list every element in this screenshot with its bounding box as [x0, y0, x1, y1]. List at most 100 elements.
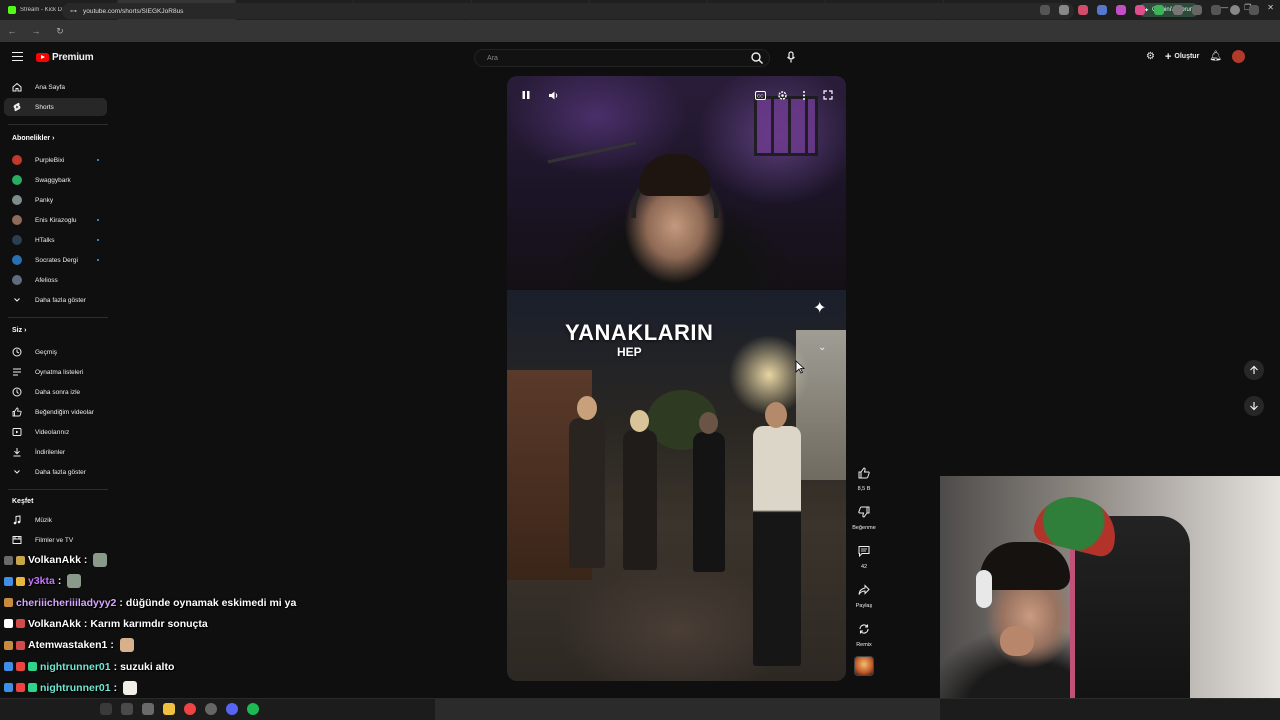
address-bar[interactable]: ⊶ youtube.com/shorts/SIEGKJoR8us — [62, 3, 1074, 19]
file-explorer-icon[interactable] — [163, 703, 175, 715]
chat-text: suzuki alto — [120, 660, 175, 673]
reload-icon[interactable]: ↻ — [54, 26, 66, 37]
site-info-icon[interactable]: ⊶ — [70, 7, 77, 15]
remix-button[interactable]: Remix — [849, 618, 879, 648]
sidebar-item-shorts[interactable]: Shorts — [4, 98, 107, 116]
sparkle-icon[interactable]: ✦ — [813, 298, 826, 318]
sidebar-subscription[interactable]: Afelioss — [4, 271, 107, 289]
download-icon — [12, 447, 22, 457]
mic-icon[interactable] — [784, 50, 798, 64]
like-button[interactable]: 8,5 B — [849, 462, 879, 492]
sidebar-item-music[interactable]: Müzik — [4, 511, 107, 529]
extension-icon[interactable] — [1097, 5, 1107, 15]
extension-icon[interactable] — [1116, 5, 1126, 15]
explore-header-label: Keşfet — [12, 498, 34, 505]
next-short-button[interactable] — [1244, 396, 1264, 416]
account-avatar[interactable] — [1232, 50, 1245, 63]
settings-icon[interactable] — [775, 88, 789, 102]
sidebar-item-your-videos[interactable]: Videolarınız — [4, 423, 107, 441]
back-icon[interactable]: ← — [6, 26, 18, 36]
sidebar-item-download[interactable]: İndirilenler — [4, 443, 107, 461]
puzzle-icon[interactable] — [1173, 5, 1183, 15]
terminal-icon[interactable] — [121, 703, 133, 715]
new-content-dot — [97, 239, 99, 241]
chevron-down-icon[interactable]: ⌄ — [818, 342, 826, 353]
close-window-icon[interactable]: ✕ — [1267, 3, 1274, 12]
captions-icon[interactable]: CC — [753, 88, 767, 102]
task-view-icon[interactable] — [100, 703, 112, 715]
share-button[interactable]: Paylaş — [849, 579, 879, 609]
hair-decor — [639, 154, 711, 196]
chat-message: VolkanAkk: Karım karımdır sonuçta — [4, 614, 208, 634]
cast-icon[interactable] — [1040, 5, 1050, 15]
new-content-dot — [97, 159, 99, 161]
dislike-button[interactable]: Beğenme — [849, 501, 879, 531]
hamburger-menu-icon[interactable] — [12, 52, 23, 61]
sidebar-subscription[interactable]: Panky — [4, 191, 107, 209]
monitor-icon[interactable] — [142, 703, 154, 715]
create-button[interactable]: + Oluştur — [1165, 51, 1199, 63]
settings-gear-icon[interactable]: ⚙ — [1146, 51, 1155, 62]
sidebar-item-home[interactable]: Ana Sayfa — [4, 78, 107, 96]
shorts-player[interactable]: YANAKLARIN HEP CC ✦ ⌄ — [507, 76, 846, 681]
person-2-head — [630, 410, 649, 432]
person-1 — [569, 418, 605, 568]
remix-label: Remix — [856, 642, 872, 648]
show-more-you[interactable]: Daha fazla göster — [4, 463, 107, 481]
sidebar-item-movies[interactable]: Filmler ve TV — [4, 531, 107, 549]
notifications-bell-icon[interactable]: 🔔︎ — [1209, 51, 1222, 62]
sidebar-item-label: Socrates Dergi — [35, 256, 78, 264]
thumbs-up-icon — [853, 462, 875, 484]
search-input[interactable]: Ara — [474, 49, 770, 67]
youtube-logo[interactable]: Premium — [36, 52, 94, 63]
fullscreen-icon[interactable] — [821, 88, 835, 102]
sidebar-subscription[interactable]: Enis Kirazoglu — [4, 211, 107, 229]
bookmark-star-icon[interactable] — [1059, 5, 1069, 15]
header-actions: ⚙ + Oluştur 🔔︎ — [1146, 50, 1245, 63]
sidebar-item-like[interactable]: Beğendiğim videolar — [4, 403, 107, 421]
show-more-subscriptions[interactable]: Daha fazla göster — [4, 291, 107, 309]
youtube-play-icon — [36, 53, 49, 62]
subscriptions-header[interactable]: Abonelikler › — [12, 135, 54, 142]
chat-separator: : — [110, 639, 114, 652]
chat-separator: : — [83, 554, 88, 566]
forward-icon[interactable]: → — [30, 26, 42, 36]
download-icon[interactable] — [1211, 5, 1221, 15]
volume-icon[interactable] — [546, 88, 560, 102]
sidebar-subscription[interactable]: Socrates Dergi — [4, 251, 107, 269]
chat-badge-icon — [16, 576, 25, 586]
chevron-right-icon: › — [50, 135, 55, 142]
sidepanel-icon[interactable] — [1192, 5, 1202, 15]
sidebar-subscription[interactable]: PurpleBixi — [4, 151, 107, 169]
you-header[interactable]: Siz › — [12, 327, 26, 334]
channel-avatar — [12, 255, 22, 265]
more-options-icon[interactable] — [797, 88, 811, 102]
sidebar-item-watch-later[interactable]: Daha sonra izle — [4, 383, 107, 401]
extension-icon[interactable] — [1135, 5, 1145, 15]
movies-icon — [12, 535, 22, 545]
profile-icon[interactable] — [1230, 5, 1240, 15]
chrome-icon[interactable] — [184, 703, 196, 715]
channel-avatar-icon — [12, 255, 22, 265]
extension-icon[interactable] — [1154, 5, 1164, 15]
obs-icon[interactable] — [205, 703, 217, 715]
discord-icon[interactable] — [226, 703, 238, 715]
sidebar-subscription[interactable]: HTalks — [4, 231, 107, 249]
comments-button[interactable]: 42 — [849, 540, 879, 570]
overlay-subtitle: HEP — [617, 345, 642, 359]
sidebar-item-history[interactable]: Geçmiş — [4, 343, 107, 361]
pause-icon[interactable] — [519, 88, 533, 102]
channel-avatar-button[interactable] — [849, 656, 879, 676]
previous-short-button[interactable] — [1244, 360, 1264, 380]
extension-icon[interactable] — [1078, 5, 1088, 15]
dislike-label: Beğenme — [852, 525, 876, 531]
sidebar-item-playlists[interactable]: Oynatma listeleri — [4, 363, 107, 381]
search-icon[interactable] — [750, 51, 764, 65]
short-video-frame: YANAKLARIN HEP — [507, 290, 846, 681]
sidebar-item-label: Ana Sayfa — [35, 83, 65, 91]
menu-icon[interactable] — [1249, 5, 1259, 15]
spotify-icon[interactable] — [247, 703, 259, 715]
taskbar-search-area[interactable] — [435, 699, 940, 720]
chat-badge-icon — [4, 555, 13, 565]
sidebar-subscription[interactable]: Swaggybark — [4, 171, 107, 189]
